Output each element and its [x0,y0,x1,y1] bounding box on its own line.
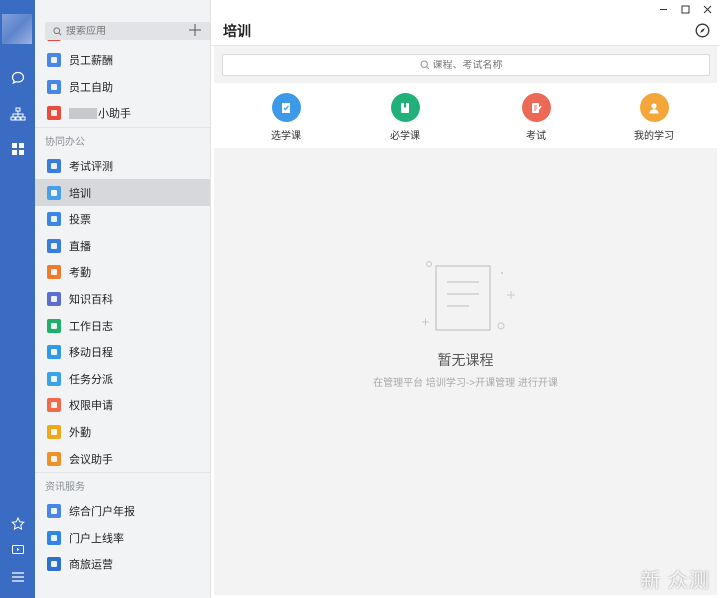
section-header-news: 资讯服务 [35,471,210,498]
sidebar-item[interactable]: 员工薪酬 [35,47,210,74]
sidebar-item-label: 任务分派 [69,373,113,386]
category-exam[interactable]: 考试 [501,93,571,142]
sidebar-item[interactable]: 门户上线率 [35,525,210,552]
plus-icon [189,24,201,36]
app-icon [47,318,61,333]
empty-description: 在管理平台 培训学习->开课管理 进行开课 [373,378,558,389]
sidebar-item-label: 会议助手 [69,453,113,466]
sidebar-item[interactable]: 知识百科 [35,286,210,313]
star-icon[interactable] [0,512,35,536]
watermark: 新 众测 [640,570,710,592]
elective-course-icon [271,93,301,122]
course-search-input[interactable] [432,59,513,71]
main-panel: 培训 选学课 必学课 [211,0,720,598]
sidebar-item[interactable]: 工作日志 [35,312,210,339]
sidebar-item-label: 外勤 [69,427,91,440]
sidebar-item[interactable]: 综合门户年报 [35,498,210,525]
app-icon [47,345,61,360]
sidebar-item[interactable]: 培训 [35,179,210,206]
app-icon [47,371,61,386]
sidebar-item-label: 门户上线率 [69,532,124,545]
compass-button[interactable] [695,23,710,41]
category-elective[interactable]: 选学课 [251,93,321,142]
app-sidebar: 个人信息 员工薪酬员工自助小助手 协同办公 考试评测培训投票直播考勤知识百科工作… [35,0,211,598]
sidebar-item[interactable]: 权限申请 [35,392,210,419]
sidebar-item-label: 权限申请 [69,400,113,413]
minimize-button[interactable] [654,2,672,16]
sidebar-item-label: 综合门户年报 [69,506,135,519]
sidebar-item-label: 员工薪酬 [69,55,113,68]
sidebar-item-label: 考勤 [69,267,91,280]
sidebar-item[interactable]: 任务分派 [35,366,210,393]
sidebar-item-label: 直播 [69,240,91,253]
search-icon [419,60,429,70]
app-icon [47,79,61,94]
sidebar-item[interactable]: 商旅运营 [35,551,210,578]
app-icon [47,106,61,121]
close-icon [703,5,711,13]
app-icon [47,159,61,174]
sidebar-item[interactable]: 员工自助 [35,74,210,101]
sidebar-item[interactable]: 投票 [35,206,210,233]
redacted-text [69,107,97,119]
compass-icon [695,23,710,38]
user-avatar[interactable] [2,14,32,44]
sidebar-item[interactable]: 考勤 [35,259,210,286]
sidebar-item[interactable]: 考试评测 [35,153,210,180]
category-required[interactable]: 必学课 [370,93,440,142]
sidebar-item-label: 工作日志 [69,320,113,333]
sidebar-item-label: 商旅运营 [69,559,113,572]
sidebar-item[interactable]: 直播 [35,233,210,260]
org-chart-icon[interactable] [0,102,35,126]
app-icon [47,53,61,68]
maximize-button[interactable] [676,2,694,16]
app-icon [47,557,61,572]
sidebar-item-label: 考试评测 [69,161,113,174]
app-icon [47,292,61,307]
sidebar-item-label: 投票 [69,214,91,227]
required-course-icon [390,93,420,122]
sidebar-item[interactable]: 外勤 [35,419,210,446]
app-icon [47,212,61,227]
sidebar-item-label: 员工自助 [69,81,113,94]
page-title: 培训 [223,23,251,39]
sidebar-item[interactable]: 小助手 [35,100,210,127]
maximize-icon [681,5,689,13]
app-icon [47,265,61,280]
section-header-collab: 协同办公 [35,126,210,153]
app-icon [47,425,61,440]
add-app-button[interactable] [186,21,204,39]
app-icon [47,185,61,200]
left-rail [0,0,35,598]
app-window: 个人信息 员工薪酬员工自助小助手 协同办公 考试评测培训投票直播考勤知识百科工作… [0,0,720,598]
apps-grid-icon[interactable] [0,137,35,161]
sidebar-item-label: 移动日程 [69,347,113,360]
sidebar-item[interactable]: 会议助手 [35,445,210,472]
category-my-learning[interactable]: 我的学习 [619,93,689,142]
app-icon [47,504,61,519]
chat-icon[interactable] [0,66,35,90]
app-list: 个人信息 员工薪酬员工自助小助手 协同办公 考试评测培训投票直播考勤知识百科工作… [35,33,210,578]
menu-icon[interactable] [0,565,35,589]
sidebar-item-label: 培训 [69,187,91,200]
app-icon [47,238,61,253]
empty-document-illustration [422,261,515,331]
sidebar-item[interactable]: 移动日程 [35,339,210,366]
search-icon [53,26,62,35]
course-search[interactable] [222,54,710,76]
screen-icon[interactable] [0,538,35,562]
app-icon [47,451,61,466]
category-bar: 选学课 必学课 考试 我的学习 [214,83,717,148]
close-button[interactable] [698,2,716,16]
app-icon [47,398,61,413]
app-search-input[interactable] [66,25,186,37]
minimize-icon [659,8,667,10]
sidebar-item-label: 知识百科 [69,294,113,307]
empty-title: 暂无课程 [437,352,494,368]
app-icon [47,530,61,545]
user-learning-icon [639,93,669,122]
exam-icon [521,93,551,122]
empty-state: 暂无课程 在管理平台 培训学习->开课管理 进行开课 [211,258,720,389]
sidebar-item-label: 小助手 [98,108,131,121]
